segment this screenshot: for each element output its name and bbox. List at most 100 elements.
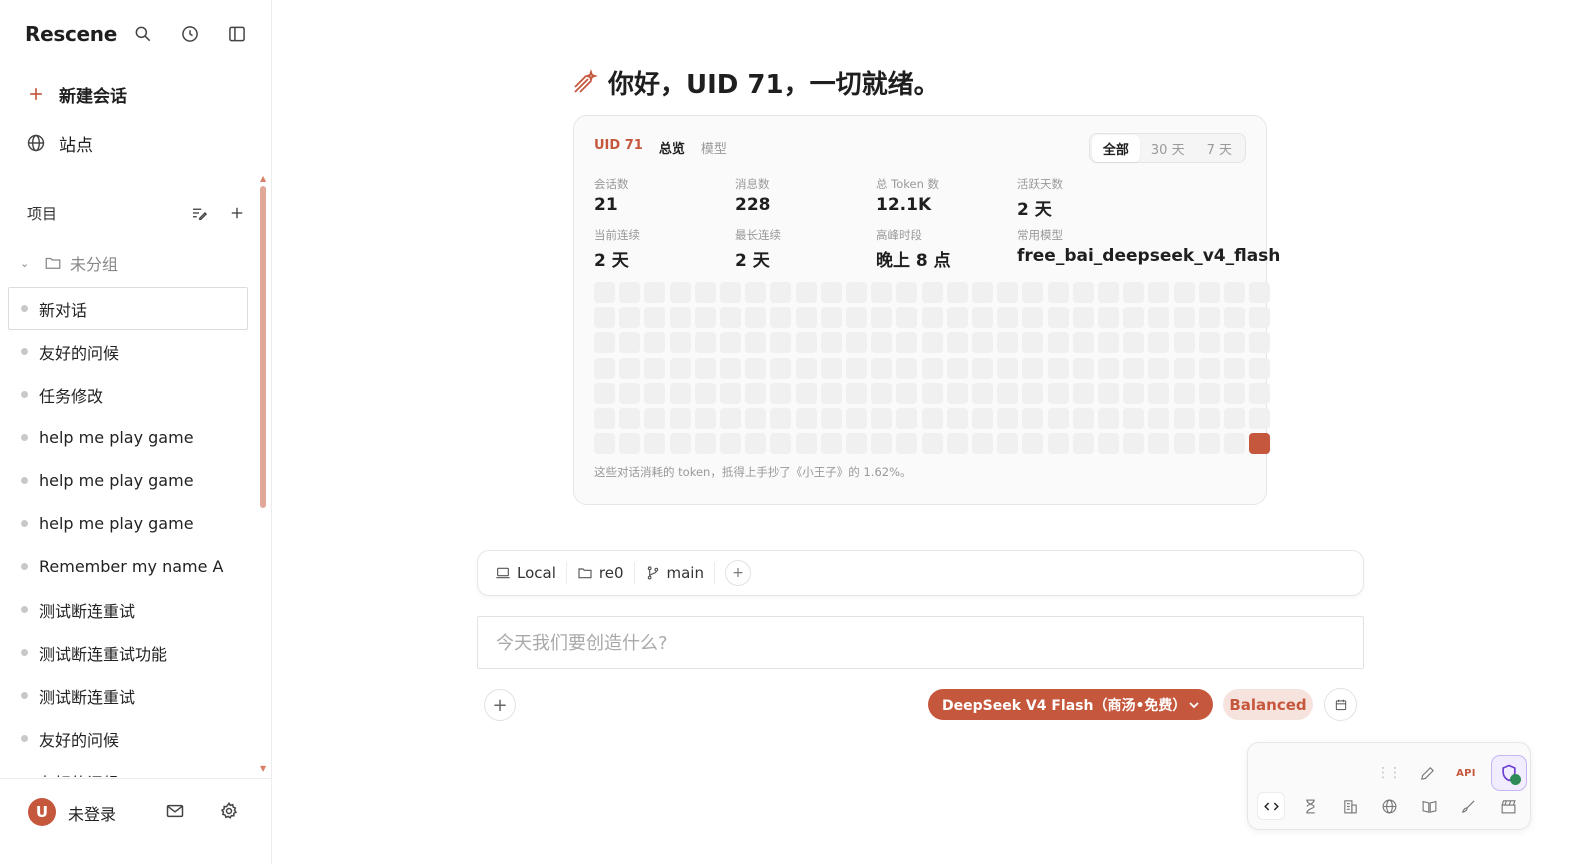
folder-label: re0 [598, 564, 624, 582]
heatmap-cell [997, 408, 1019, 429]
heatmap-cell [1224, 382, 1245, 404]
heatmap-cell [820, 408, 842, 429]
book-icon[interactable] [1415, 792, 1443, 820]
conversation-title: 任务修改 [39, 386, 104, 406]
folder-selector[interactable]: re0 [577, 562, 635, 584]
app-logo[interactable]: Rescene [25, 22, 117, 46]
branch-selector[interactable]: main [645, 562, 715, 584]
heatmap-cell [997, 282, 1019, 303]
conversation-item[interactable]: 测试断连重试功能 [8, 631, 248, 674]
conversation-title: help me play game [39, 514, 194, 533]
stat-value: 21 [594, 195, 618, 215]
conversation-item[interactable]: 测试断连重试 [8, 588, 248, 631]
range-7-days[interactable]: 7 天 [1196, 135, 1243, 162]
heatmap-cell [669, 433, 691, 455]
heatmap-cell [1198, 408, 1220, 429]
heatmap-cell [619, 408, 641, 429]
heatmap-cell [795, 332, 817, 354]
heatmap-cell [644, 282, 666, 303]
conversation-title: 测试断连重试功能 [39, 644, 168, 664]
heatmap-cell [1224, 332, 1245, 354]
tab-overview[interactable]: 总览 [659, 138, 685, 157]
prompt-input[interactable] [496, 627, 1346, 659]
heatmap-cell [619, 433, 641, 455]
attach-button[interactable]: + [484, 689, 516, 721]
sidebar-toggle-icon[interactable] [225, 22, 249, 46]
heatmap-cell [1047, 433, 1069, 455]
heatmap-cell [1072, 433, 1094, 455]
sites-nav-item[interactable]: 站点 [25, 128, 93, 158]
heatmap-cell [1022, 332, 1044, 354]
calendar-button[interactable] [1324, 688, 1357, 721]
login-status[interactable]: 未登录 [68, 801, 116, 825]
conversation-item[interactable]: 友好的问候 [8, 717, 248, 760]
sites-label: 站点 [59, 135, 93, 156]
range-30-days[interactable]: 30 天 [1140, 135, 1196, 162]
heatmap-cell [1173, 433, 1195, 455]
mail-icon[interactable] [163, 799, 187, 823]
conversation-item[interactable]: help me play game [8, 502, 248, 545]
conversation-item[interactable]: 友好的问候 [8, 760, 248, 778]
scroll-up-arrow[interactable]: ▲ [260, 174, 266, 183]
greeting-text: 你好，UID 71，一切就绪。 [608, 69, 940, 100]
new-chat-button[interactable]: 新建会话 [25, 79, 127, 109]
code-icon[interactable] [1257, 792, 1285, 820]
security-shield-icon[interactable] [1491, 755, 1527, 791]
heatmap-cell [1098, 382, 1119, 404]
stat-label: 高峰时段 [876, 228, 922, 242]
heatmap-cell [1148, 282, 1170, 303]
heatmap-cell [820, 282, 842, 303]
conversation-list[interactable]: 新对话 友好的问候 任务修改 help me play game help me pla… [8, 287, 248, 777]
heatmap-cell [972, 282, 993, 303]
heatmap-cell [1047, 332, 1069, 354]
location-selector[interactable]: Local [495, 562, 567, 584]
conversation-item[interactable]: help me play game [8, 459, 248, 502]
heatmap-cell [921, 408, 943, 429]
hourglass-icon[interactable] [1297, 792, 1325, 820]
heatmap-cell [594, 408, 615, 429]
clapperboard-icon[interactable] [1495, 792, 1523, 820]
stat-label: 常用模型 [1017, 228, 1063, 242]
heatmap-cell [1022, 433, 1044, 455]
heatmap-cell [1224, 408, 1245, 429]
heatmap-cell [795, 282, 817, 303]
conversation-item[interactable]: 任务修改 [8, 373, 248, 416]
model-selector-button[interactable]: DeepSeek V4 Flash（商汤•免费） [928, 689, 1213, 720]
heatmap-cell [770, 433, 792, 455]
drag-handle-icon[interactable]: ⋮⋮ [1374, 759, 1402, 787]
add-context-button[interactable]: + [724, 560, 751, 586]
conversation-item[interactable]: 新对话 [8, 287, 248, 330]
heatmap-cell [896, 282, 918, 303]
stat-label: 最长连续 [735, 228, 781, 242]
reasoning-mode-button[interactable]: Balanced [1223, 689, 1313, 720]
building-icon[interactable] [1336, 792, 1364, 820]
range-all[interactable]: 全部 [1091, 134, 1140, 162]
settings-gear-icon[interactable] [217, 799, 241, 823]
tab-models[interactable]: 模型 [701, 138, 727, 157]
history-icon[interactable] [178, 22, 202, 46]
conversation-item[interactable]: help me play game [8, 416, 248, 459]
stat-value: free_bai_deepseek_v4_flash [1017, 246, 1281, 266]
search-icon[interactable] [131, 22, 155, 46]
conversation-item[interactable]: Remember my name A [8, 545, 248, 588]
ungrouped-folder[interactable]: ⌄ 未分组 [20, 250, 118, 276]
edit-list-icon[interactable] [189, 203, 209, 223]
conversation-item[interactable]: 测试断连重试 [8, 674, 248, 717]
globe-icon[interactable] [1376, 792, 1404, 820]
avatar[interactable]: U [28, 798, 56, 826]
brush-icon[interactable] [1455, 792, 1483, 820]
heatmap-cell [770, 382, 792, 404]
heatmap-cell [1148, 332, 1170, 354]
api-icon[interactable]: API [1452, 759, 1480, 787]
sidebar-scrollbar[interactable] [260, 186, 266, 508]
pencil-icon[interactable] [1413, 759, 1441, 787]
add-project-icon[interactable] [227, 203, 247, 223]
stat-value: 12.1K [876, 195, 932, 215]
heatmap-cell [745, 282, 767, 303]
conversation-item[interactable]: 友好的问候 [8, 330, 248, 373]
scroll-down-arrow[interactable]: ▼ [260, 764, 266, 773]
heatmap-cell [846, 357, 867, 379]
conversation-title: 友好的问候 [39, 343, 120, 363]
heatmap-cell [1249, 433, 1271, 455]
folder-icon [578, 568, 592, 579]
